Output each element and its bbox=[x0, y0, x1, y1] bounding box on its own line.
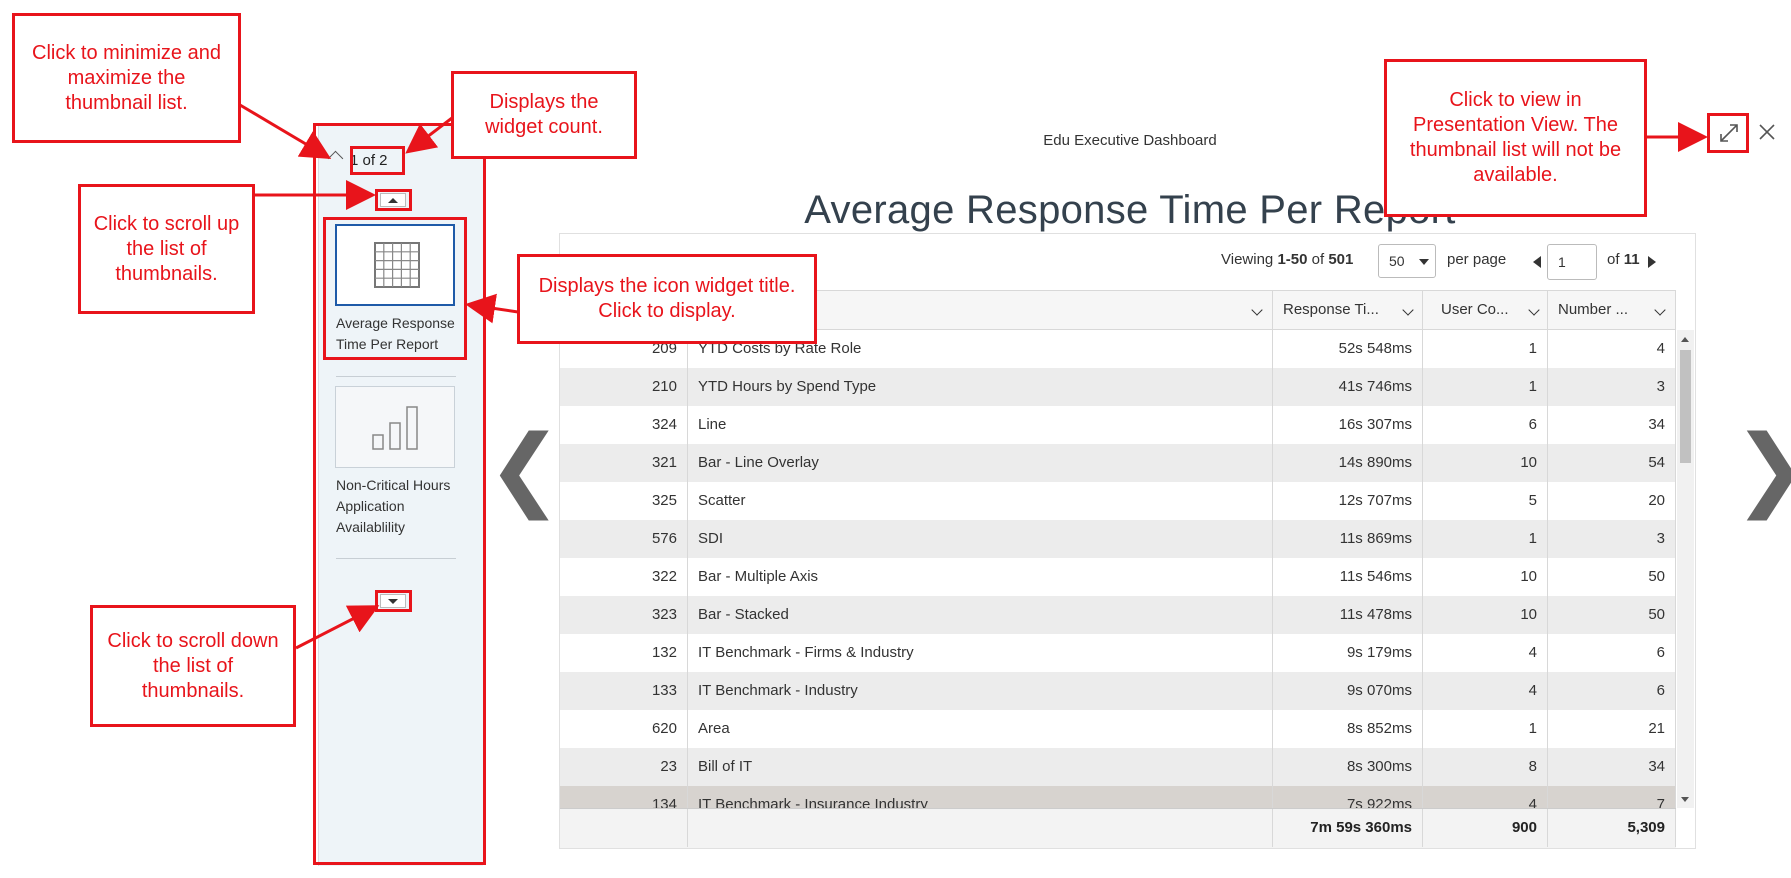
callout-minimize: Click to minimize and maximize the thumb… bbox=[12, 13, 241, 143]
callout-icon-title: Displays the icon widget title. Click to… bbox=[517, 254, 817, 344]
callout-widget-count: Displays the widget count. bbox=[451, 71, 637, 159]
callout-scroll-down: Click to scroll down the list of thumbna… bbox=[90, 605, 296, 727]
callout-presentation: Click to view in Presentation View. The … bbox=[1384, 59, 1647, 217]
callout-scroll-up: Click to scroll up the list of thumbnail… bbox=[78, 184, 255, 314]
